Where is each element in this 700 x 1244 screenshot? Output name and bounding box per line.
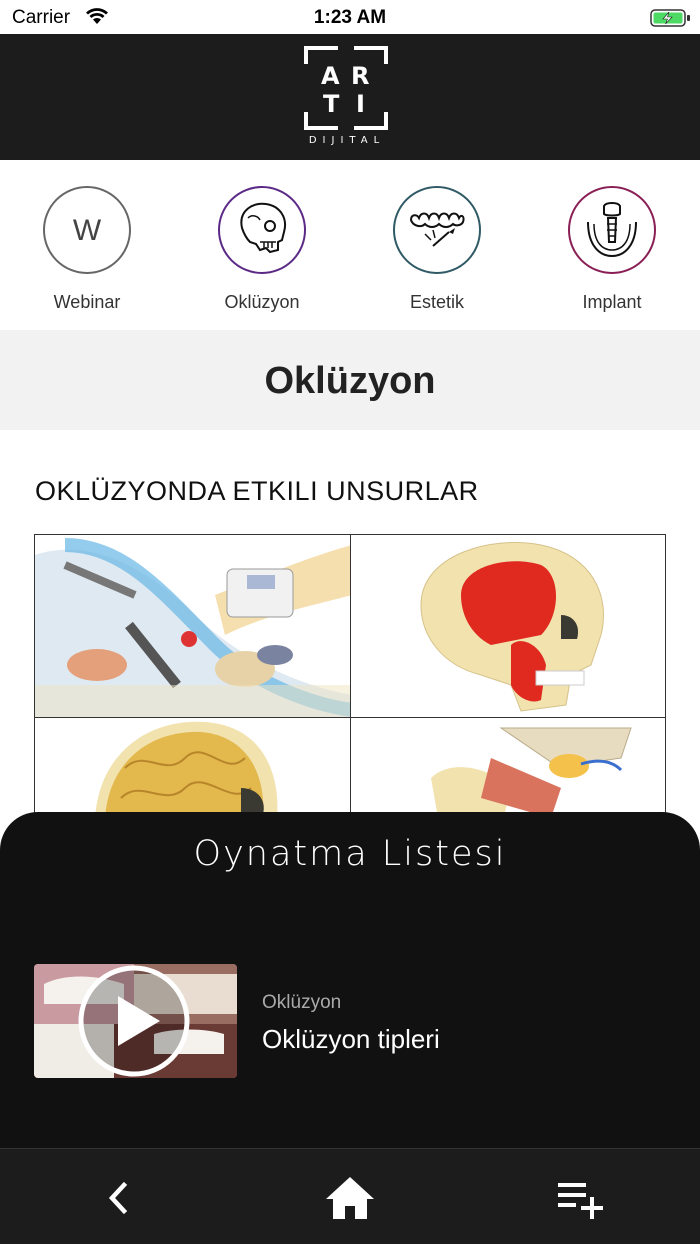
- app-header: A R T I DIJITAL: [0, 34, 700, 160]
- category-okluzyon[interactable]: Oklüzyon: [202, 186, 322, 313]
- video-category: Oklüzyon: [262, 992, 342, 1013]
- skull-muscle-image[interactable]: [350, 534, 666, 718]
- category-label: Estetik: [409, 292, 465, 312]
- category-label: Oklüzyon: [224, 292, 300, 312]
- logo-letter-t: T: [323, 90, 340, 118]
- section-heading: OKLÜZYONDA ETKILI UNSURLAR: [35, 476, 479, 506]
- category-estetik[interactable]: Estetik: [377, 186, 497, 313]
- home-icon: [326, 1177, 374, 1219]
- logo-letter-a: A: [321, 62, 340, 90]
- skull-icon: [218, 186, 306, 274]
- page-title: Oklüzyon: [264, 360, 436, 402]
- playlist-title: Oynatma Listesi: [193, 834, 507, 874]
- playlist-sheet: Oynatma Listesi Oklüzyon Oklüzyon tipler…: [0, 812, 700, 1152]
- back-icon: [108, 1181, 128, 1215]
- logo-subtitle: DIJITAL: [308, 135, 386, 146]
- video-title[interactable]: Oklüzyon tipleri: [262, 1024, 440, 1055]
- category-implant[interactable]: Implant: [552, 186, 672, 313]
- title-band: Oklüzyon: [0, 330, 700, 430]
- category-row: W Webinar Oklüzyon Estetik Implant: [0, 160, 700, 330]
- category-label: Implant: [582, 292, 642, 312]
- logo-letter-r: R: [351, 62, 370, 90]
- playlist-add-button[interactable]: [554, 1173, 614, 1223]
- category-webinar[interactable]: W Webinar: [27, 186, 147, 313]
- w-letter-icon: W: [43, 186, 131, 274]
- video-thumbnail[interactable]: [34, 964, 237, 1078]
- back-button[interactable]: [90, 1173, 150, 1223]
- bottom-nav: [0, 1148, 700, 1244]
- clock: 1:23 AM: [313, 7, 387, 28]
- category-label: Webinar: [53, 292, 121, 312]
- implant-icon: [568, 186, 656, 274]
- arti-dijital-logo[interactable]: A R T I DIJITAL: [304, 46, 390, 150]
- teeth-icon: [393, 186, 481, 274]
- dental-tools-image[interactable]: [34, 534, 351, 718]
- image-grid: [34, 534, 666, 834]
- webinar-letter: W: [72, 214, 102, 247]
- playlist-add-icon: [558, 1183, 603, 1219]
- playlist-item[interactable]: Oklüzyon Oklüzyon tipleri: [34, 964, 666, 1080]
- home-button[interactable]: [320, 1173, 380, 1223]
- battery-charging-icon: [650, 8, 692, 33]
- status-bar: Carrier 1:23 AM: [0, 0, 700, 34]
- logo-letter-i: I: [356, 90, 365, 118]
